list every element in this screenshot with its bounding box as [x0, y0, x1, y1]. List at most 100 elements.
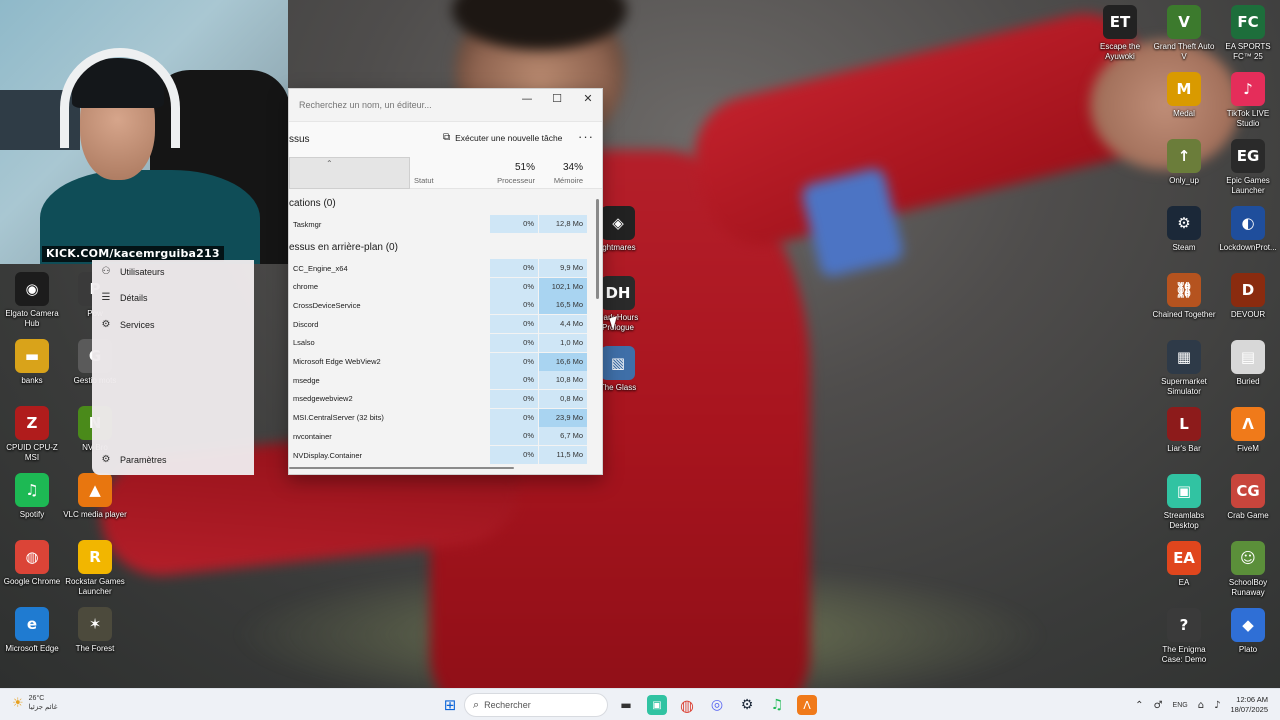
desktop-icon-rockstar-games-launcher[interactable]: R Rockstar Games Launcher [62, 540, 128, 597]
weather-temperature: 26°C [28, 695, 45, 702]
process-cpu: 0% [490, 408, 538, 427]
file-explorer-icon[interactable]: ▬ [616, 695, 636, 715]
desktop-icon-vlc-media-player[interactable]: ▲ VLC media player [62, 473, 128, 520]
process-group-header[interactable]: cations (0) [289, 198, 336, 209]
minimize-button[interactable]: — [513, 91, 541, 107]
desktop-icon-ea[interactable]: EA EA [1151, 541, 1217, 588]
fivem-icon: Λ [1231, 407, 1265, 441]
desktop-icon-microsoft-edge[interactable]: e Microsoft Edge [0, 607, 65, 654]
desktop-icon-label: DEVOUR [1230, 310, 1266, 319]
chrome-icon[interactable]: ◍ [677, 695, 697, 715]
nav-item-services[interactable]: ⚙ Services [100, 319, 155, 330]
desktop-icon-tiktok-live-studio[interactable]: ♪ TikTok LIVE Studio [1215, 72, 1280, 129]
run-new-task-button[interactable]: ⧉ Exécuter une nouvelle tâche [443, 132, 562, 143]
desktop-icon-medal[interactable]: M Medal [1151, 72, 1217, 119]
process-group-header[interactable]: essus en arrière-plan (0) [289, 242, 398, 253]
desktop-icon-supermarket-simulator[interactable]: ▦ Supermarket Simulator [1151, 340, 1217, 397]
desktop-icon-streamlabs-desktop[interactable]: ▣ Streamlabs Desktop [1151, 474, 1217, 531]
spotify-icon[interactable]: ♫ [767, 695, 787, 715]
fivem-icon[interactable]: Λ [797, 695, 817, 715]
desktop-icon-devour[interactable]: D DEVOUR [1215, 273, 1280, 320]
process-row[interactable]: Lsalso 0% 1,0 Mo [289, 333, 589, 352]
more-options-button[interactable]: ··· [578, 129, 594, 144]
desktop-icon-fivem[interactable]: Λ FiveM [1215, 407, 1280, 454]
desktop-icon-ea-sports-fc-25[interactable]: FC EA SPORTS FC™ 25 [1215, 5, 1280, 62]
elgato-camera-hub-icon: ◉ [15, 272, 49, 306]
start-icon[interactable]: ⊞ [440, 695, 460, 715]
chevron-up-icon[interactable]: ⌃ [1135, 700, 1143, 711]
maximize-button[interactable]: ☐ [543, 91, 571, 107]
process-row[interactable]: msedgewebview2 0% 0,8 Mo [289, 389, 589, 408]
desktop-icon-cpuid-cpu-z-msi[interactable]: Z CPUID CPU-Z MSI [0, 406, 65, 463]
desktop-icon-crab-game[interactable]: CG Crab Game [1215, 474, 1280, 521]
desktop-icon-liar-s-bar[interactable]: L Liar's Bar [1151, 407, 1217, 454]
desktop-icon-label: The Forest [75, 644, 115, 653]
nav-item-settings[interactable]: ⚙ Paramètres [100, 454, 167, 465]
process-row[interactable]: Discord 0% 4,4 Mo [289, 315, 589, 334]
desktop-icon-chained-together[interactable]: ⛓ Chained Together [1151, 273, 1217, 320]
process-memory: 9,9 Mo [539, 259, 587, 277]
streamlabs-icon[interactable]: ▣ [647, 695, 667, 715]
microphone-icon[interactable]: ♂ [1154, 700, 1163, 711]
network-icon[interactable]: ⌂ [1198, 700, 1204, 711]
desktop-icon-label: Medal [1173, 109, 1195, 118]
process-row[interactable]: msedge 0% 10,8 Mo [289, 371, 589, 390]
desktop-icon-plato[interactable]: ◆ Plato [1215, 608, 1280, 655]
steam-icon[interactable]: ⚙ [737, 695, 757, 715]
status-column-header[interactable]: Statut [414, 176, 434, 185]
discord-icon[interactable]: ◎ [707, 695, 727, 715]
desktop-icon-the-enigma-case-demo[interactable]: ? The Enigma Case: Demo [1151, 608, 1217, 665]
process-search-input[interactable]: Recherchez un nom, un éditeur... [293, 95, 443, 115]
desktop-icon-elgato-camera-hub[interactable]: ◉ Elgato Camera Hub [0, 272, 65, 329]
nav-item-details[interactable]: ☰ Détails [100, 292, 148, 303]
webcam-overlay: KICK.COM/kacemrguiba213 [0, 0, 288, 264]
desktop-icon-only-up[interactable]: ↑ Only_up [1151, 139, 1217, 186]
horizontal-scrollbar[interactable] [289, 467, 514, 469]
the-enigma-case-demo-icon: ? [1167, 608, 1201, 642]
process-row[interactable]: CrossDeviceService 0% 16,5 Mo [289, 296, 589, 315]
clock[interactable]: 12:06 AM 18/07/2025 [1230, 695, 1268, 715]
volume-icon[interactable]: ♪ [1214, 700, 1220, 711]
desktop-icon-buried[interactable]: ▤ Buried [1215, 340, 1280, 387]
escape-the-ayuwoki-icon: ET [1103, 5, 1137, 39]
process-memory: 23,9 Mo [539, 408, 587, 427]
schoolboy-runaway-icon: ☺ [1231, 541, 1265, 575]
desktop-icon-label: Escape the Ayuwoki [1099, 42, 1141, 61]
process-row[interactable]: NVDisplay.Container 0% 11,5 Mo [289, 446, 589, 464]
process-row[interactable]: CC_Engine_x64 0% 9,9 Mo [289, 259, 589, 277]
only-up-icon: ↑ [1167, 139, 1201, 173]
nav-item-users[interactable]: ⚇ Utilisateurs [100, 266, 165, 277]
desktop-icon-the-forest[interactable]: ✶ The Forest [62, 607, 128, 654]
process-row[interactable]: MSI.CentralServer (32 bits) 0% 23,9 Mo [289, 408, 589, 427]
close-button[interactable]: ✕ [574, 91, 602, 107]
cpu-column-header[interactable]: 51% Processeur [489, 162, 535, 185]
desktop-icon-spotify[interactable]: ♫ Spotify [0, 473, 65, 520]
language-indicator[interactable]: ENG [1173, 702, 1188, 709]
list-icon: ☰ [101, 292, 111, 303]
cpuid-cpu-z-msi-icon: Z [15, 406, 49, 440]
vertical-scrollbar[interactable] [596, 199, 599, 299]
desktop-icon-google-chrome[interactable]: ◍ Google Chrome [0, 540, 65, 587]
taskbar-search-box[interactable]: ⌕ Rechercher [464, 693, 608, 717]
memory-column-header[interactable]: 34% Mémoire [537, 162, 583, 185]
process-row[interactable]: chrome 0% 102,1 Mo [289, 277, 589, 296]
desktop-icon-grand-theft-auto-v[interactable]: V Grand Theft Auto V [1151, 5, 1217, 62]
desktop-icon-escape-the-ayuwoki[interactable]: ET Escape the Ayuwoki [1087, 5, 1153, 62]
desktop-icon-schoolboy-runaway[interactable]: ☺ SchoolBoy Runaway [1215, 541, 1280, 598]
tiktok-live-studio-icon: ♪ [1231, 72, 1265, 106]
process-row[interactable]: Taskmgr 0% 12,8 Mo [289, 215, 589, 233]
name-column-header[interactable]: ⌃ [289, 157, 410, 189]
process-memory: 12,8 Mo [539, 215, 587, 233]
desktop-icon-steam[interactable]: ⚙ Steam [1151, 206, 1217, 253]
desktop-icon-banks[interactable]: ▬ banks [0, 339, 65, 386]
dark-hours-prologue-icon: DH [601, 276, 635, 310]
process-row[interactable]: nvcontainer 0% 6,7 Mo [289, 427, 589, 446]
process-memory: 10,8 Mo [539, 371, 587, 390]
weather-widget[interactable]: ☀ 26°C غائم جزئيا [12, 694, 57, 712]
process-row[interactable]: Microsoft Edge WebView2 0% 16,6 Mo [289, 352, 589, 371]
desktop-icon-epic-games-launcher[interactable]: EG Epic Games Launcher [1215, 139, 1280, 196]
the-forest-icon: ✶ [78, 607, 112, 641]
process-cpu: 0% [490, 427, 538, 446]
process-cpu: 0% [490, 446, 538, 464]
desktop-icon-lockdownprot[interactable]: ◐ LockdownProt... [1215, 206, 1280, 253]
